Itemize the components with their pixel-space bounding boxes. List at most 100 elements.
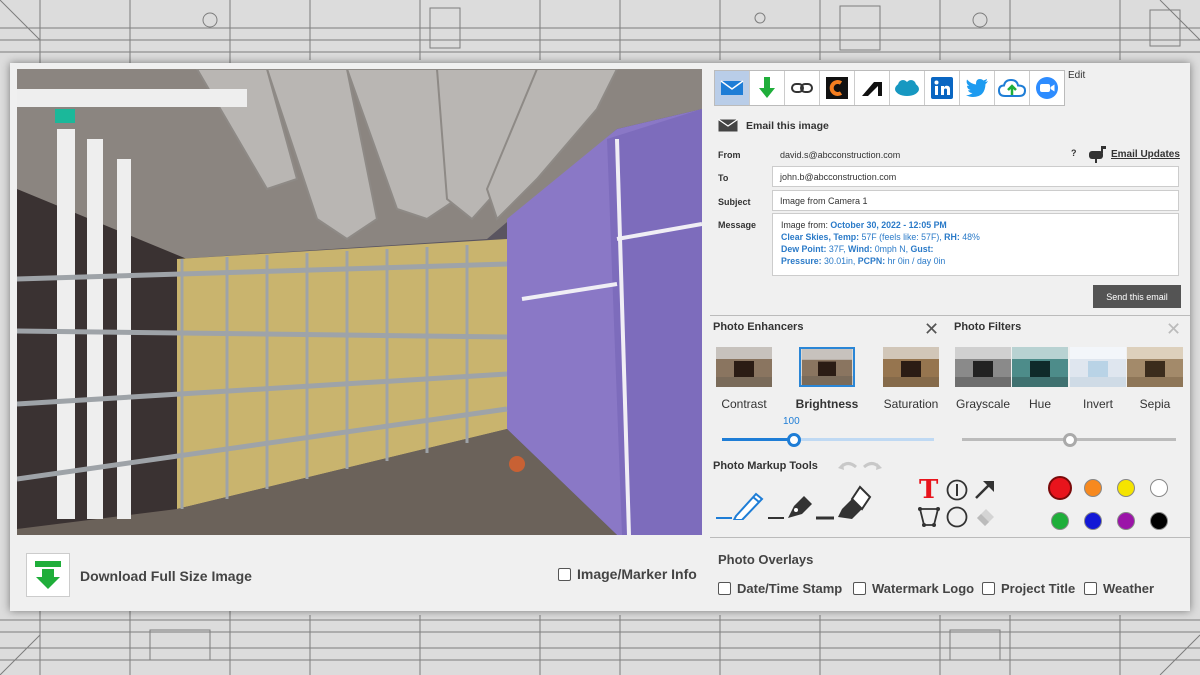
- brightness-label[interactable]: Brightness: [787, 397, 867, 411]
- email-updates-label: Email Updates: [1111, 148, 1180, 160]
- color-swatch-2[interactable]: [1117, 479, 1135, 497]
- contrast-label[interactable]: Contrast: [704, 397, 784, 411]
- close-filters-icon[interactable]: ✕: [1166, 320, 1181, 338]
- zoom-share-button[interactable]: [1030, 71, 1064, 105]
- email-icon: [720, 80, 744, 95]
- polygon-tool-icon[interactable]: [918, 505, 940, 532]
- weather-label: Weather: [1103, 581, 1155, 596]
- message-label: Message: [718, 220, 757, 230]
- brightness-thumbnail[interactable]: [799, 347, 855, 387]
- image-viewer-panel: Download Full Size Image Image/Marker In…: [10, 63, 1190, 611]
- pen-tool-icon[interactable]: [768, 488, 816, 525]
- eraser-tool-icon[interactable]: [974, 505, 996, 532]
- right-sidebar: Edit Email this image From david.s@abcco…: [710, 63, 1190, 611]
- weather-checkbox[interactable]: [1084, 582, 1097, 595]
- filter-slider-knob[interactable]: [1063, 433, 1077, 447]
- autodesk-icon: [862, 82, 882, 96]
- salesforce-icon: [895, 80, 919, 96]
- download-icon: [759, 77, 775, 98]
- help-icon[interactable]: ?: [1071, 148, 1077, 158]
- project-title-label: Project Title: [1001, 581, 1076, 596]
- procore-share-button[interactable]: [820, 71, 855, 105]
- close-enhancers-icon[interactable]: ✕: [924, 320, 939, 338]
- brightness-slider-knob[interactable]: [787, 433, 801, 447]
- download-arrow-icon: [35, 561, 61, 589]
- color-swatch-1[interactable]: [1084, 479, 1102, 497]
- undo-icon[interactable]: [838, 460, 882, 479]
- share-toolbar: [714, 70, 1065, 106]
- camera-photo[interactable]: [17, 69, 702, 535]
- download-full-size-label[interactable]: Download Full Size Image: [80, 568, 252, 584]
- date-time-stamp-label: Date/Time Stamp: [737, 581, 843, 596]
- arrow-tool-icon[interactable]: [974, 478, 996, 505]
- watermark-logo-checkbox[interactable]: [853, 582, 866, 595]
- download-full-size-button[interactable]: [26, 553, 70, 597]
- subject-label: Subject: [718, 197, 751, 207]
- subject-field[interactable]: Image from Camera 1: [772, 190, 1179, 211]
- envelope-icon: [718, 119, 738, 132]
- from-value: david.s@abcconstruction.com: [780, 150, 901, 160]
- divider: [710, 537, 1190, 538]
- image-marker-info-checkbox[interactable]: [558, 567, 571, 581]
- watermark-logo-option[interactable]: Watermark Logo: [853, 581, 974, 596]
- link-share-button[interactable]: [785, 71, 820, 105]
- project-title-checkbox[interactable]: [982, 582, 995, 595]
- project-title-option[interactable]: Project Title: [982, 581, 1075, 596]
- twitter-icon: [966, 79, 988, 97]
- color-swatch-4[interactable]: [1051, 512, 1069, 530]
- cloud-upload-share-button[interactable]: [995, 71, 1030, 105]
- color-swatch-6[interactable]: [1117, 512, 1135, 530]
- mailbox-icon: [1089, 146, 1106, 163]
- image-marker-info-toggle[interactable]: Image/Marker Info: [558, 566, 697, 582]
- watermark-logo-label: Watermark Logo: [872, 581, 975, 596]
- sepia-label[interactable]: Sepia: [1115, 397, 1195, 411]
- photo-markup-tools-title: Photo Markup Tools: [713, 460, 818, 472]
- numbered-marker-icon[interactable]: [946, 479, 968, 506]
- to-field[interactable]: john.b@abcconstruction.com: [772, 166, 1179, 187]
- photo-enhancers-title: Photo Enhancers: [713, 321, 804, 333]
- from-label: From: [718, 150, 741, 160]
- date-time-stamp-checkbox[interactable]: [718, 582, 731, 595]
- hue-thumbnail[interactable]: [1012, 347, 1068, 387]
- image-marker-info-label: Image/Marker Info: [577, 566, 697, 582]
- email-title-text: Email this image: [746, 119, 829, 132]
- color-swatch-5[interactable]: [1084, 512, 1102, 530]
- highlighter-tool-icon[interactable]: [816, 483, 872, 526]
- contrast-thumbnail[interactable]: [716, 347, 772, 387]
- procore-icon: [826, 77, 848, 99]
- color-swatch-3[interactable]: [1150, 479, 1168, 497]
- message-field[interactable]: Image from: October 30, 2022 - 12:05 PM …: [772, 213, 1179, 276]
- autodesk-share-button[interactable]: [855, 71, 890, 105]
- color-swatch-0[interactable]: [1048, 476, 1072, 500]
- pencil-tool-icon[interactable]: [716, 488, 764, 525]
- photo-overlays-title: Photo Overlays: [718, 552, 814, 567]
- date-time-stamp-option[interactable]: Date/Time Stamp: [718, 581, 842, 596]
- invert-thumbnail[interactable]: [1070, 347, 1126, 387]
- color-swatch-7[interactable]: [1150, 512, 1168, 530]
- download-share-button[interactable]: [750, 71, 785, 105]
- to-label: To: [718, 173, 729, 183]
- email-section-title: Email this image: [718, 119, 829, 132]
- saturation-thumbnail[interactable]: [883, 347, 939, 387]
- cloud-upload-icon: [998, 78, 1026, 97]
- weather-option[interactable]: Weather: [1084, 581, 1154, 596]
- linkedin-icon: [931, 77, 953, 99]
- circle-tool-icon[interactable]: [946, 506, 968, 533]
- send-email-button[interactable]: Send this email: [1093, 285, 1181, 308]
- zoom-icon: [1036, 77, 1058, 99]
- divider: [710, 315, 1190, 316]
- linkedin-share-button[interactable]: [925, 71, 960, 105]
- sepia-thumbnail[interactable]: [1127, 347, 1183, 387]
- grayscale-thumbnail[interactable]: [955, 347, 1011, 387]
- email-updates-link[interactable]: Email Updates: [1087, 145, 1180, 163]
- text-tool-icon[interactable]: T: [919, 477, 938, 503]
- brightness-value: 100: [783, 416, 800, 427]
- edit-share-link[interactable]: Edit: [1068, 70, 1085, 81]
- link-icon: [791, 83, 813, 93]
- email-share-button[interactable]: [715, 71, 750, 105]
- photo-filters-title: Photo Filters: [954, 321, 1022, 333]
- salesforce-share-button[interactable]: [890, 71, 925, 105]
- brightness-slider-track[interactable]: [722, 438, 934, 441]
- saturation-label[interactable]: Saturation: [871, 397, 951, 411]
- twitter-share-button[interactable]: [960, 71, 995, 105]
